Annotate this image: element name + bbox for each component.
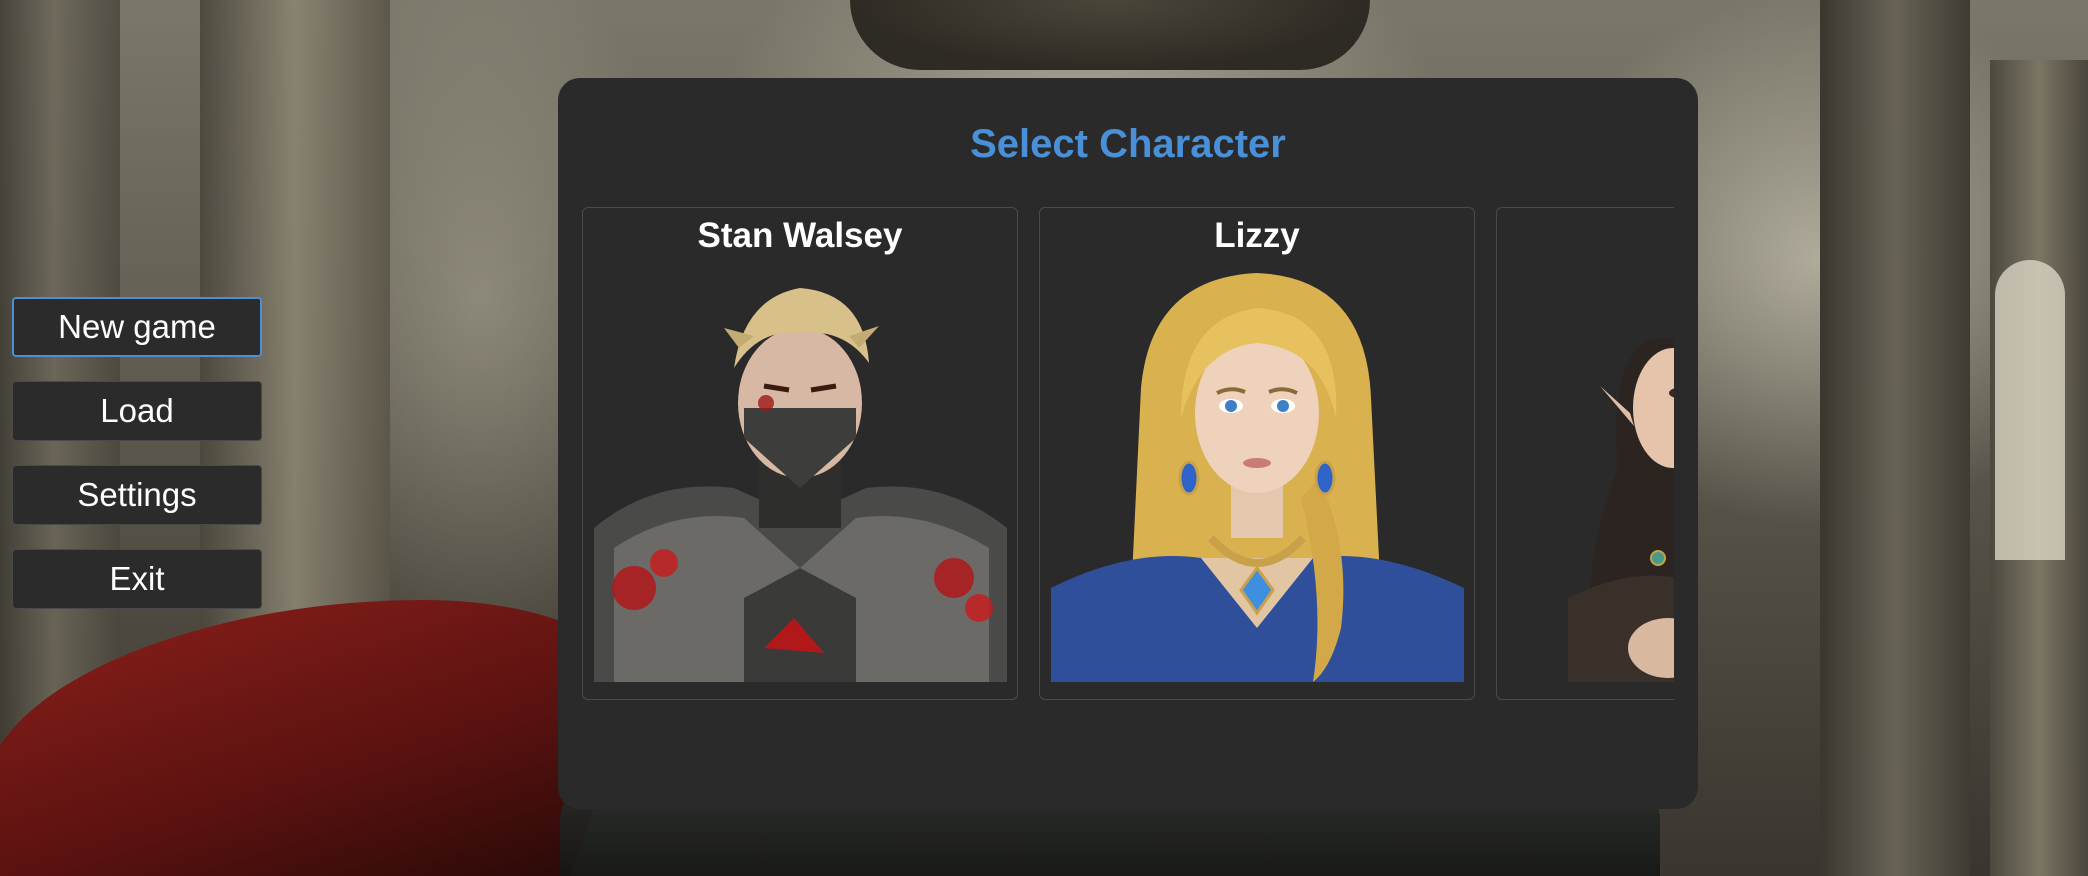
- select-character-dialog: Select Character Stan Walsey Lizzy: [558, 78, 1698, 809]
- character-portrait-lizzy: [1051, 268, 1464, 682]
- settings-button[interactable]: Settings: [12, 465, 262, 525]
- load-button[interactable]: Load: [12, 381, 262, 441]
- character-card-third[interactable]: I: [1496, 207, 1674, 700]
- dialog-title: Select Character: [970, 122, 1286, 166]
- character-carousel[interactable]: Stan Walsey Lizzy: [582, 207, 1674, 702]
- character-name: Lizzy: [1214, 216, 1300, 255]
- character-portrait-elf: [1508, 268, 1674, 682]
- character-portrait-knight: [594, 268, 1007, 682]
- background-ruin-pillar: [1820, 0, 1970, 876]
- background-creature-head: [850, 0, 1370, 70]
- character-card-stan-walsey[interactable]: Stan Walsey: [582, 207, 1018, 700]
- background-arch: [1995, 260, 2065, 560]
- new-game-button[interactable]: New game: [12, 297, 262, 357]
- character-card-lizzy[interactable]: Lizzy: [1039, 207, 1475, 700]
- main-menu: New game Load Settings Exit: [12, 297, 264, 633]
- exit-button[interactable]: Exit: [12, 549, 262, 609]
- character-name: I: [1497, 216, 1674, 256]
- character-name: Stan Walsey: [697, 216, 903, 255]
